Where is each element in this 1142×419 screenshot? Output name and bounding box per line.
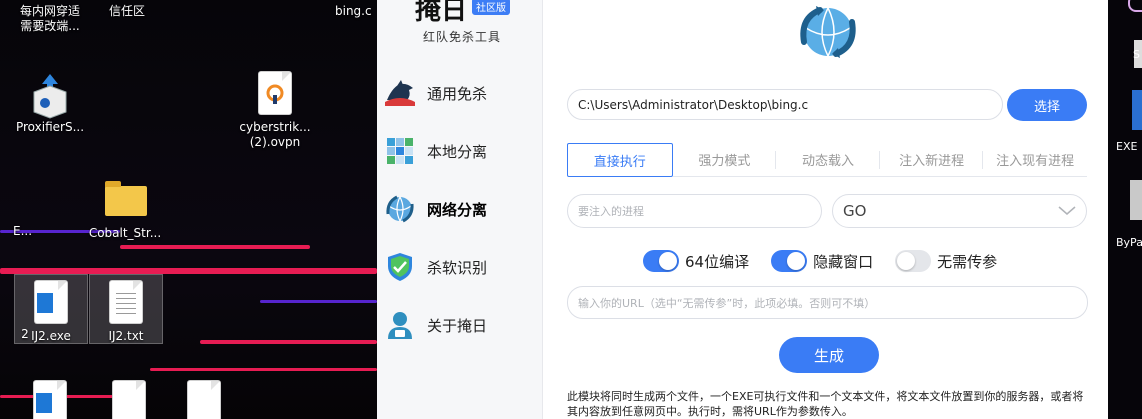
desktop-icon-bottom-doc[interactable] [93,381,165,419]
text-file-icon [104,281,148,325]
desktop-icon-label: cyberstrik... (2).ovpn [239,120,311,149]
tab-inject-new-process[interactable]: 注入新进程 [879,143,984,177]
wallpaper-streak [260,300,377,303]
module-description: 此模块将同时生成两个文件，一个EXE可执行文件和一个文本文件，将文本文件放置到你… [567,390,1084,418]
toggle-label: 64位编译 [685,252,750,271]
wallpaper-streak [120,245,310,249]
desktop-icon-label: IJ2.txt [108,329,144,343]
chevron-down-icon [1058,206,1076,215]
desktop-icon-bottom-exe[interactable] [14,381,86,419]
right-label: S [1133,48,1140,61]
sidebar-item-label: 关于掩日 [427,316,488,335]
file-path-value: C:\Users\Administrator\Desktop\bing.c [578,97,809,112]
generate-button[interactable]: 生成 [779,337,879,373]
desktop-icon-proxifier[interactable]: ProxifierS... [5,72,95,135]
sidebar-item-av-detection[interactable]: 杀软识别 [385,247,535,287]
sidebar-item-local-separation[interactable]: 本地分离 [385,131,535,171]
sidebar-item-network-separation[interactable]: 网络分离 [385,189,535,229]
desktop-icon-label: 2 [21,327,29,341]
desktop-icon-partial-2[interactable]: 2 [0,327,50,342]
shield-check-icon [385,252,415,282]
language-select[interactable]: GO [832,194,1087,228]
proxifier-icon [28,72,72,119]
process-input[interactable]: 要注入的进程 [567,194,822,228]
globe-icon [385,194,415,224]
desktop: 每内网穿适 需要改端... 信任区 bing.c ProxifierS... c… [0,0,377,419]
wallpaper-streak [200,340,377,344]
desktop-icon-ij2-txt[interactable]: IJ2.txt [89,274,163,344]
sidebar-item-about[interactable]: 关于掩日 [385,305,535,345]
desktop-icon-label: 信任区 [108,4,145,18]
sidebar-item-label: 网络分离 [427,200,488,219]
toggle-64bit[interactable]: 64位编译 [643,250,749,272]
edition-badge: 社区版 [472,0,510,15]
desktop-icon-trust-zone[interactable]: 信任区 [82,4,172,19]
tab-inject-existing-process[interactable]: 注入现有进程 [983,143,1087,177]
desktop-icon-partial[interactable]: E... [0,224,50,239]
sidebar: 掩日 社区版 红队免杀工具 通用免杀 本地分离 网络分离 杀软识别 关于掩日 [377,0,543,419]
globe-logo-icon [796,2,860,62]
toggle-label: 无需传参 [937,252,998,271]
partial-icon [1132,90,1142,130]
sidebar-item-label: 通用免杀 [427,84,488,103]
process-input-placeholder: 要注入的进程 [578,205,644,218]
openvpn-file-icon [253,72,297,116]
select-file-button[interactable]: 选择 [1007,89,1087,121]
language-select-value: GO [843,202,867,220]
app-brand: 掩日 [415,0,468,26]
file-path-input[interactable]: C:\Users\Administrator\Desktop\bing.c [567,89,1003,120]
user-icon [385,310,415,340]
right-label: ByPa [1116,236,1142,249]
shark-icon [385,78,415,108]
app-subtitle: 红队免杀工具 [423,30,502,44]
partial-icon [1130,180,1142,220]
exe-file-icon [29,281,73,325]
main-panel: C:\Users\Administrator\Desktop\bing.c 选择… [543,0,1108,419]
desktop-icon-label: E... [12,224,33,238]
tab-direct-exec[interactable]: 直接执行 [567,143,673,177]
url-input[interactable]: 输入你的URL（选中“无需传参”时，此项必填。否则可不填） [567,286,1088,319]
desktop-icon-label: bing.c [335,4,372,18]
toggle-hide-window[interactable]: 隐藏窗口 [771,250,873,272]
desktop-icon-label: Cobalt_Str... [88,226,162,240]
exe-file-icon [28,381,72,419]
right-label: EXE [1116,140,1138,153]
partial-icon [1128,0,1142,12]
sidebar-item-label: 本地分离 [427,142,488,161]
tab-strong-mode[interactable]: 强力模式 [672,143,777,177]
desktop-icon-bing-c[interactable]: bing.c [305,4,377,19]
desktop-icon-bottom-doc-2[interactable] [168,381,240,419]
grid-icon [385,136,415,166]
toggle-switch[interactable] [895,250,932,272]
sidebar-item-label: 杀软识别 [427,258,488,277]
wallpaper-streak [150,368,377,371]
app-window: 掩日 社区版 红队免杀工具 通用免杀 本地分离 网络分离 杀软识别 关于掩日 C… [377,0,1108,419]
sidebar-item-general-bypass[interactable]: 通用免杀 [385,73,535,113]
toggle-switch[interactable] [771,250,808,272]
tab-dynamic-load[interactable]: 动态载入 [776,143,880,177]
url-input-placeholder: 输入你的URL（选中“无需传参”时，此项必填。否则可不填） [578,296,876,310]
mode-tabs: 直接执行 强力模式 动态载入 注入新进程 注入现有进程 [567,143,1087,177]
desktop-icon-ovpn[interactable]: cyberstrik... (2).ovpn [230,72,320,150]
toggle-no-args[interactable]: 无需传参 [895,250,997,272]
toggle-label: 隐藏窗口 [813,252,874,271]
options-toggles: 64位编译 隐藏窗口 无需传参 [643,248,1019,274]
folder-icon [103,178,147,222]
text-file-icon [182,381,226,419]
right-desktop-strip: S EXE ByPa [1108,0,1142,419]
desktop-icon-label: ProxifierS... [15,120,85,134]
desktop-icon-cobalt-strike[interactable]: Cobalt_Str... [80,178,170,241]
toggle-switch[interactable] [643,250,679,272]
text-file-icon [107,381,151,419]
